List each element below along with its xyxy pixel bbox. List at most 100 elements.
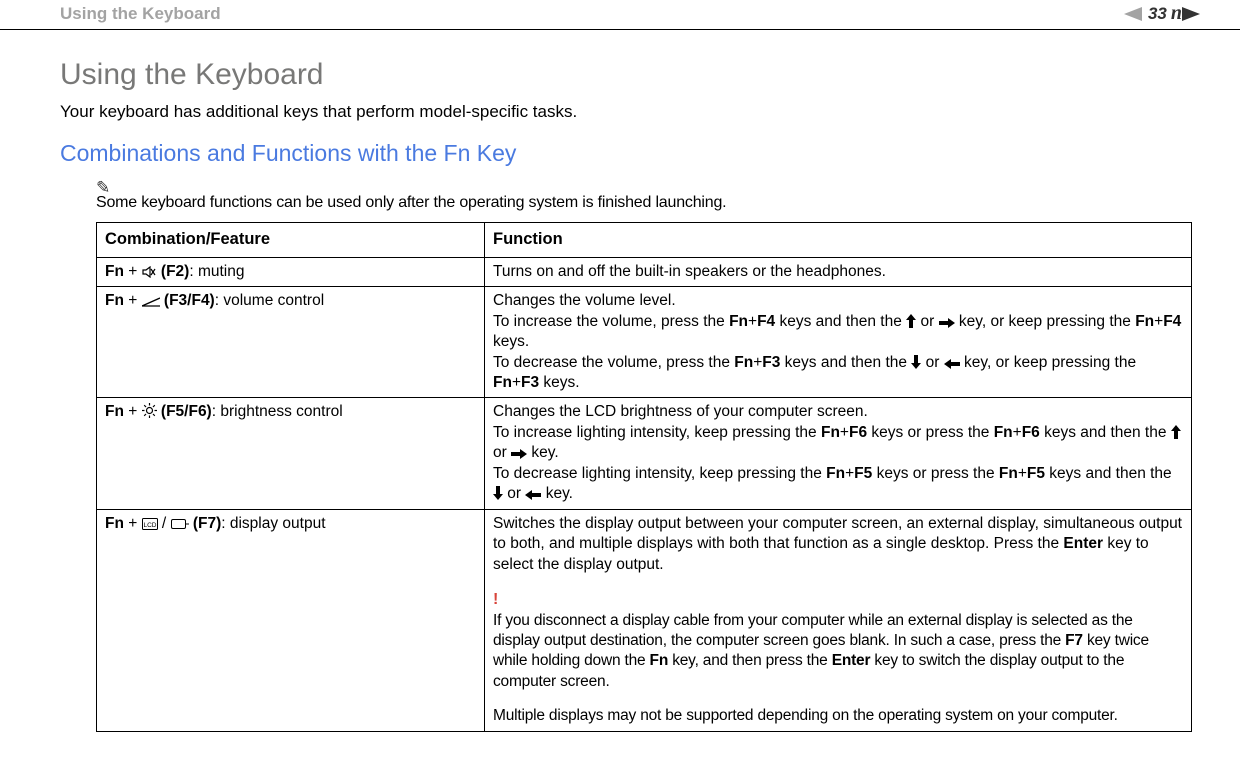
key-fn: Fn [105, 263, 124, 280]
plus: + [1018, 465, 1027, 482]
intro-text: Your keyboard has additional keys that p… [60, 102, 1170, 122]
svg-text:LCD: LCD [143, 522, 156, 529]
page-header: Using the Keyboard 33 n [0, 0, 1240, 30]
func-cell: Turns on and off the built-in speakers o… [485, 257, 1192, 286]
combo-cell: Fn + (F2): muting [97, 257, 485, 286]
func-line: To increase the volume, press the [493, 313, 729, 330]
plus: + [124, 515, 142, 532]
plus: + [845, 465, 854, 482]
combo-label: : brightness control [212, 403, 343, 420]
key-f3f4: (F3/F4) [160, 292, 215, 309]
key-fn: Fn [729, 313, 748, 330]
func-line: key, or keep pressing the [960, 354, 1136, 371]
arrow-up-icon [1171, 424, 1181, 441]
key-f5: F5 [854, 465, 872, 482]
func-line: or [493, 444, 511, 461]
func-line: To decrease the volume, press the [493, 354, 734, 371]
func-line: key. [527, 444, 559, 461]
key-fn: Fn [493, 374, 512, 391]
breadcrumb: Using the Keyboard [60, 4, 221, 24]
fn-key-table: Combination/Feature Function Fn + (F2): … [96, 222, 1192, 732]
plus: + [1013, 424, 1022, 441]
key-enter: Enter [832, 652, 871, 669]
key-f7: F7 [1065, 632, 1083, 649]
note-text: Some keyboard functions can be used only… [96, 194, 1170, 212]
func-line: keys and then the [780, 354, 911, 371]
page-title: Using the Keyboard [60, 58, 1170, 92]
func-line: Changes the volume level. [493, 292, 676, 309]
key-fn: Fn [821, 424, 840, 441]
next-page-nav[interactable]: n [1173, 2, 1200, 25]
warning-icon: ! [493, 591, 498, 608]
plus: + [124, 292, 142, 309]
func-line: or [921, 354, 943, 371]
func-cell: Changes the LCD brightness of your compu… [485, 398, 1192, 509]
table-row: Fn + (F5/F6): brightness control Changes… [97, 398, 1192, 509]
arrow-right-icon [511, 444, 527, 461]
page-nav: 33 n [1124, 2, 1200, 25]
key-f5: F5 [1027, 465, 1045, 482]
combo-label: : display output [221, 515, 325, 532]
plus: + [124, 263, 142, 280]
external-display-icon [171, 515, 189, 532]
key-enter: Enter [1063, 535, 1103, 552]
func-line: key, or keep pressing the [955, 313, 1136, 330]
col-header-combination: Combination/Feature [97, 223, 485, 258]
volume-icon [142, 292, 160, 309]
arrow-down-icon [911, 354, 921, 371]
plus: + [1154, 313, 1163, 330]
func-line: Changes the LCD brightness of your compu… [493, 403, 868, 420]
func-line: To decrease lighting intensity, keep pre… [493, 465, 826, 482]
key-f7: (F7) [189, 515, 222, 532]
warning-text: If you disconnect a display cable from y… [493, 612, 1149, 690]
arrow-left-icon [525, 485, 541, 502]
page-content: Using the Keyboard Your keyboard has add… [0, 30, 1240, 752]
key-f6: F6 [849, 424, 867, 441]
func-line: keys or press the [872, 465, 999, 482]
note-block: ✎ Some keyboard functions can be used on… [60, 179, 1170, 212]
plus: + [753, 354, 762, 371]
combo-cell: Fn + (F3/F4): volume control [97, 287, 485, 398]
key-fn: Fn [826, 465, 845, 482]
brightness-icon [142, 403, 157, 420]
func-line: keys and then the [775, 313, 906, 330]
arrow-down-icon [493, 485, 503, 502]
key-f4: F4 [757, 313, 775, 330]
page-number: 33 [1148, 4, 1167, 24]
combo-cell: Fn + (F5/F6): brightness control [97, 398, 485, 509]
plus: + [748, 313, 757, 330]
table-row: Fn + LCD / (F7): display output Switches… [97, 509, 1192, 731]
key-f3: F3 [762, 354, 780, 371]
func-line: key. [541, 485, 573, 502]
func-line: keys or press the [867, 424, 994, 441]
n-letter-icon: n [1171, 2, 1182, 25]
arrow-up-icon [906, 313, 916, 330]
func-line: Multiple displays may not be supported d… [493, 707, 1118, 724]
func-line: keys. [539, 374, 579, 391]
key-fn: Fn [105, 515, 124, 532]
func-line: or [503, 485, 525, 502]
key-fn: Fn [994, 424, 1013, 441]
arrow-right-icon [939, 313, 955, 330]
key-fn: Fn [734, 354, 753, 371]
func-line: If you disconnect a display cable from y… [493, 612, 1133, 649]
func-line: keys and then the [1040, 424, 1171, 441]
combo-label: : muting [189, 263, 244, 280]
func-line: keys and then the [1045, 465, 1172, 482]
func-line: To increase lighting intensity, keep pre… [493, 424, 821, 441]
key-fn: Fn [650, 652, 669, 669]
plus: + [840, 424, 849, 441]
combo-cell: Fn + LCD / (F7): display output [97, 509, 485, 731]
lcd-monitor-icon: LCD [142, 515, 158, 532]
key-fn: Fn [105, 292, 124, 309]
prev-page-arrow-icon[interactable] [1124, 7, 1142, 21]
table-row: Fn + (F3/F4): volume control Changes the… [97, 287, 1192, 398]
key-fn: Fn [999, 465, 1018, 482]
table-header-row: Combination/Feature Function [97, 223, 1192, 258]
col-header-function: Function [485, 223, 1192, 258]
mute-icon [142, 263, 157, 280]
key-f2: (F2) [157, 263, 190, 280]
combo-label: : volume control [215, 292, 324, 309]
key-f5f6: (F5/F6) [157, 403, 212, 420]
func-line: key, and then press the [668, 652, 832, 669]
